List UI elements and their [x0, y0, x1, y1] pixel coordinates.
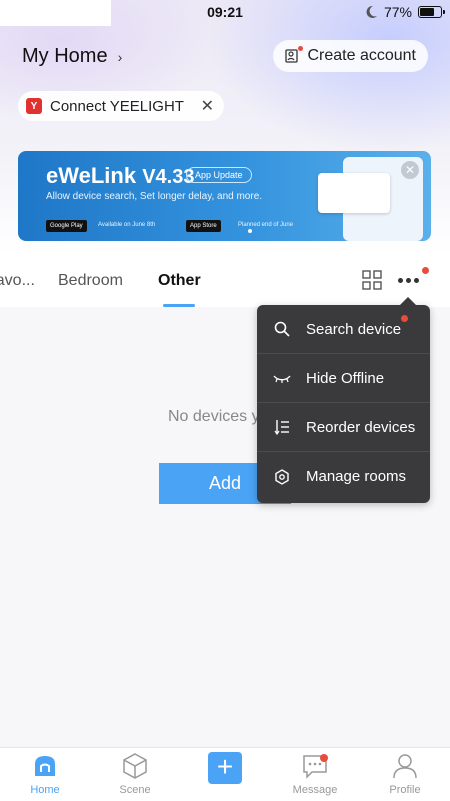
- home-selector[interactable]: My Home ›: [22, 45, 122, 68]
- search-icon: [273, 320, 291, 338]
- account-icon: [285, 46, 304, 64]
- more-notification-dot: [422, 267, 429, 274]
- carousel-dots: [248, 229, 252, 233]
- create-account-button[interactable]: Create account: [273, 40, 428, 72]
- banner-subtitle: Allow device search, Set longer delay, a…: [46, 191, 263, 202]
- chevron-right-icon: ›: [117, 48, 123, 65]
- app-update-badge: App Update: [186, 167, 252, 183]
- scene-icon: [121, 752, 149, 780]
- grid-view-icon[interactable]: [362, 270, 382, 290]
- menu-item-label: Reorder devices: [306, 418, 416, 436]
- banner-title: eWeLink V4.33: [46, 163, 194, 189]
- home-title: My Home: [22, 45, 108, 67]
- battery-percent: 77%: [383, 4, 412, 20]
- menu-item-label: Search device: [306, 320, 402, 338]
- reorder-icon: [273, 418, 291, 436]
- nav-label: Scene: [119, 784, 151, 796]
- menu-item-label: Manage rooms: [306, 468, 407, 485]
- message-notification-dot: [320, 754, 328, 762]
- menu-item-reorder-devices[interactable]: Reorder devices: [257, 403, 430, 452]
- status-indicators: 77%: [364, 4, 445, 20]
- moon-icon: [366, 5, 377, 18]
- menu-notification-dot: [401, 315, 408, 322]
- gear-icon: [273, 468, 291, 486]
- nav-message[interactable]: Message: [280, 752, 350, 796]
- chip-label: Connect YEELIGHT: [50, 97, 184, 115]
- mockup-card-image: [318, 173, 390, 213]
- banner-close-icon[interactable]: ✕: [401, 161, 419, 179]
- nav-label: Home: [30, 784, 60, 796]
- nav-home[interactable]: Home: [10, 752, 80, 796]
- tab-favorites[interactable]: Favo...: [0, 272, 35, 290]
- banner-brand: eWeLink: [46, 163, 137, 188]
- nav-add[interactable]: +: [190, 752, 260, 784]
- create-account-label: Create account: [307, 47, 416, 64]
- battery-icon: [418, 6, 445, 18]
- profile-icon: [391, 752, 419, 780]
- home-icon: [31, 752, 59, 780]
- promo-banner[interactable]: eWeLink V4.33 App Update Allow device se…: [18, 151, 431, 241]
- close-icon[interactable]: ✕: [201, 96, 214, 116]
- carousel-dot-active: [248, 229, 252, 233]
- connect-yeelight-chip[interactable]: Y Connect YEELIGHT ✕: [18, 91, 224, 121]
- nav-profile[interactable]: Profile: [370, 752, 440, 796]
- tab-bedroom[interactable]: Bedroom: [58, 272, 123, 290]
- plus-icon: +: [208, 752, 242, 784]
- bottom-navigation: Home Scene + Message Profile: [0, 747, 450, 801]
- menu-item-hide-offline[interactable]: Hide Offline: [257, 354, 430, 403]
- google-play-note: Available on June 8th: [98, 222, 156, 228]
- menu-item-manage-rooms[interactable]: Manage rooms: [257, 452, 430, 501]
- tab-other[interactable]: Other: [158, 272, 201, 290]
- more-options-menu: Search device Hide Offline Reorder devic…: [257, 297, 430, 503]
- menu-item-search-device[interactable]: Search device: [257, 305, 430, 354]
- google-play-badge: Google Play: [46, 220, 87, 232]
- menu-item-label: Hide Offline: [306, 369, 385, 387]
- nav-label: Message: [292, 784, 338, 796]
- notification-dot: [298, 46, 304, 51]
- empty-state-text: No devices y: [168, 408, 260, 425]
- app-store-note: Planned end of June: [238, 222, 294, 228]
- yeelight-logo-icon: Y: [26, 98, 42, 114]
- nav-scene[interactable]: Scene: [100, 752, 170, 796]
- room-tabs: Favo... Bedroom Other: [0, 255, 450, 307]
- app-store-badge: App Store: [186, 220, 221, 232]
- more-options-icon[interactable]: [398, 270, 424, 290]
- nav-label: Profile: [389, 784, 421, 796]
- eye-closed-icon: [273, 369, 291, 387]
